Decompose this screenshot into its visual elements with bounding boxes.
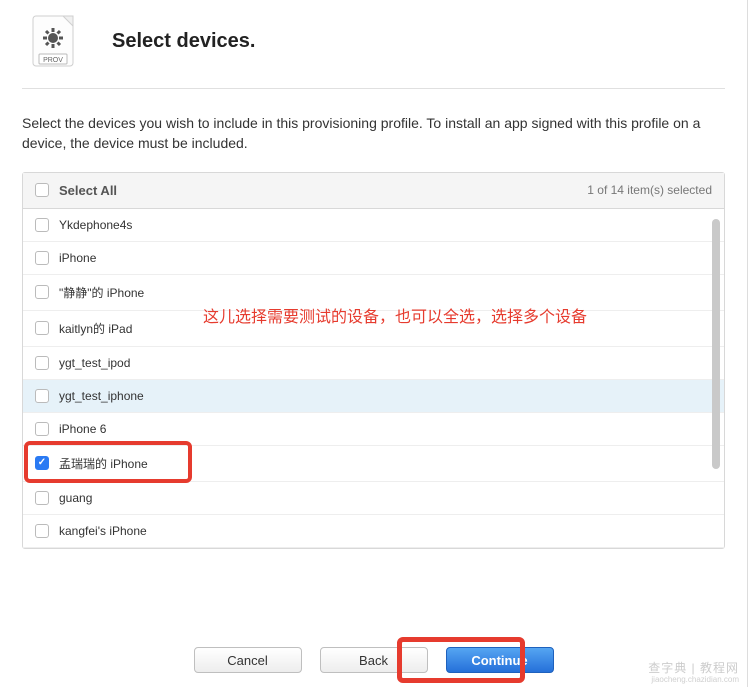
device-label: 孟瑞瑞的 iPhone (59, 455, 148, 472)
device-label: "静静"的 iPhone (59, 284, 144, 301)
device-checkbox[interactable] (35, 251, 49, 265)
device-checkbox[interactable] (35, 356, 49, 370)
device-label: kaitlyn的 iPad (59, 320, 132, 337)
device-checkbox[interactable] (35, 285, 49, 299)
continue-button[interactable]: Continue (446, 647, 554, 673)
device-checkbox[interactable] (35, 389, 49, 403)
device-row[interactable]: iPhone 6 (23, 413, 724, 446)
instructions-text: Select the devices you wish to include i… (0, 89, 747, 172)
cancel-button[interactable]: Cancel (194, 647, 302, 673)
select-all-label: Select All (59, 183, 587, 198)
device-checkbox[interactable] (35, 491, 49, 505)
device-label: kangfei's iPhone (59, 524, 147, 538)
header: PROV Select devices. (0, 0, 747, 88)
device-label: iPhone 6 (59, 422, 106, 436)
device-row[interactable]: ygt_test_iphone (23, 380, 724, 413)
device-label: ygt_test_iphone (59, 389, 144, 403)
device-row[interactable]: 孟瑞瑞的 iPhone (23, 446, 724, 482)
device-row[interactable]: kangfei's iPhone (23, 515, 724, 548)
selected-count: 1 of 14 item(s) selected (587, 183, 712, 197)
scrollbar-thumb[interactable] (712, 219, 720, 469)
device-label: guang (59, 491, 92, 505)
watermark: 查字典 | 教程网 jiaocheng.chazidian.com (648, 661, 739, 685)
button-bar: Cancel Back Continue (0, 647, 747, 673)
device-checkbox[interactable] (35, 321, 49, 335)
device-checkbox[interactable] (35, 218, 49, 232)
device-row[interactable]: ygt_test_ipod (23, 347, 724, 380)
device-panel: Select All 1 of 14 item(s) selected Ykde… (22, 172, 725, 549)
prov-icon: PROV (26, 14, 80, 68)
svg-text:PROV: PROV (43, 57, 63, 64)
scrollbar[interactable] (712, 219, 720, 559)
device-list[interactable]: Ykdephone4s iPhone "静静"的 iPhone kaitlyn的 iP… (23, 209, 724, 548)
device-label: Ykdephone4s (59, 218, 132, 232)
watermark-line2: jiaocheng.chazidian.com (648, 675, 739, 685)
device-row[interactable]: Ykdephone4s (23, 209, 724, 242)
back-button[interactable]: Back (320, 647, 428, 673)
page-title: Select devices. (112, 30, 255, 53)
device-row[interactable]: iPhone (23, 242, 724, 275)
device-label: iPhone (59, 251, 96, 265)
watermark-line1: 查字典 | 教程网 (648, 661, 739, 675)
annotation-text: 这儿选择需要测试的设备，也可以全选，选择多个设备 (203, 303, 587, 327)
device-checkbox[interactable] (35, 456, 49, 470)
select-all-checkbox[interactable] (35, 183, 49, 197)
device-row[interactable]: guang (23, 482, 724, 515)
device-checkbox[interactable] (35, 524, 49, 538)
select-all-row[interactable]: Select All 1 of 14 item(s) selected (23, 173, 724, 209)
device-checkbox[interactable] (35, 422, 49, 436)
device-label: ygt_test_ipod (59, 356, 130, 370)
